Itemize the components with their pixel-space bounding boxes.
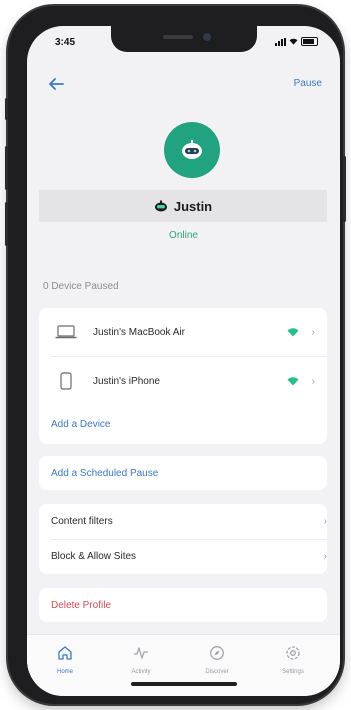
activity-icon (134, 647, 148, 659)
add-scheduled-pause-button[interactable]: Add a Scheduled Pause (39, 456, 339, 490)
content-filters-row[interactable]: Content filters › (39, 504, 339, 539)
delete-card: Delete Profile (39, 588, 327, 622)
wifi-icon (287, 327, 299, 336)
chevron-right-icon: › (323, 516, 327, 527)
app-screen: 3:45 Pause Justin Online 0 Device Paused… (27, 26, 340, 696)
tab-activity[interactable]: Activity (111, 645, 171, 675)
device-row[interactable]: Justin's iPhone › (39, 357, 327, 405)
status-icons (275, 37, 318, 46)
pause-button[interactable]: Pause (294, 78, 322, 89)
notch (111, 26, 257, 52)
wifi-icon (287, 376, 299, 385)
camera (203, 33, 211, 41)
block-allow-sites-row[interactable]: Block & Allow Sites › (39, 539, 339, 574)
chevron-right-icon: › (311, 326, 315, 338)
device-row[interactable]: Justin's MacBook Air › (39, 308, 327, 356)
add-scheduled-pause-label: Add a Scheduled Pause (51, 467, 159, 479)
tab-bar: Home Activity Discover Settings (27, 634, 340, 696)
tab-settings[interactable]: Settings (263, 645, 323, 675)
phone-frame: 3:45 Pause Justin Online 0 Device Paused… (5, 6, 346, 704)
home-icon (58, 646, 72, 660)
profile-name-bar: Justin (39, 190, 327, 222)
status-time: 3:45 (55, 37, 76, 48)
tab-label: Activity (131, 669, 151, 675)
laptop-icon (55, 325, 77, 339)
device-label: Justin's iPhone (93, 375, 160, 387)
schedule-card: Add a Scheduled Pause (39, 456, 327, 490)
content-filters-label: Content filters (51, 516, 113, 527)
home-indicator (131, 682, 237, 686)
power-button (343, 156, 346, 222)
tab-home[interactable]: Home (35, 645, 95, 675)
chevron-right-icon: › (311, 375, 315, 387)
section-label-devices: 0 Device Paused (43, 281, 119, 292)
volume-down-button (5, 202, 8, 246)
settings-icon (286, 646, 300, 660)
speaker (163, 35, 193, 39)
robot-avatar-icon (182, 140, 202, 159)
chevron-right-icon: › (323, 551, 327, 562)
tab-label: Discover (205, 669, 229, 675)
phone-icon (60, 372, 72, 390)
robot-icon (154, 200, 167, 212)
add-device-button[interactable]: Add a Device (39, 406, 339, 442)
discover-icon (210, 646, 224, 660)
mute-switch (5, 98, 8, 120)
cellular-signal-icon (275, 37, 286, 46)
tab-label: Settings (282, 669, 304, 675)
delete-profile-label: Delete Profile (51, 599, 112, 611)
device-label: Justin's MacBook Air (93, 326, 185, 338)
back-arrow-icon[interactable] (47, 76, 65, 92)
settings-card: Content filters › Block & Allow Sites › (39, 504, 327, 574)
profile-name: Justin (173, 198, 213, 214)
volume-up-button (5, 146, 8, 190)
online-status: Online (169, 230, 198, 241)
tab-label: Home (56, 669, 73, 675)
devices-card: Justin's MacBook Air › Justin's iPhone ›… (39, 308, 327, 444)
delete-profile-button[interactable]: Delete Profile (39, 588, 339, 622)
wifi-status-icon (289, 38, 298, 45)
add-device-label: Add a Device (51, 418, 111, 430)
battery-icon (301, 37, 318, 46)
tab-discover[interactable]: Discover (187, 645, 247, 675)
avatar (164, 122, 220, 178)
block-allow-sites-label: Block & Allow Sites (51, 551, 137, 562)
